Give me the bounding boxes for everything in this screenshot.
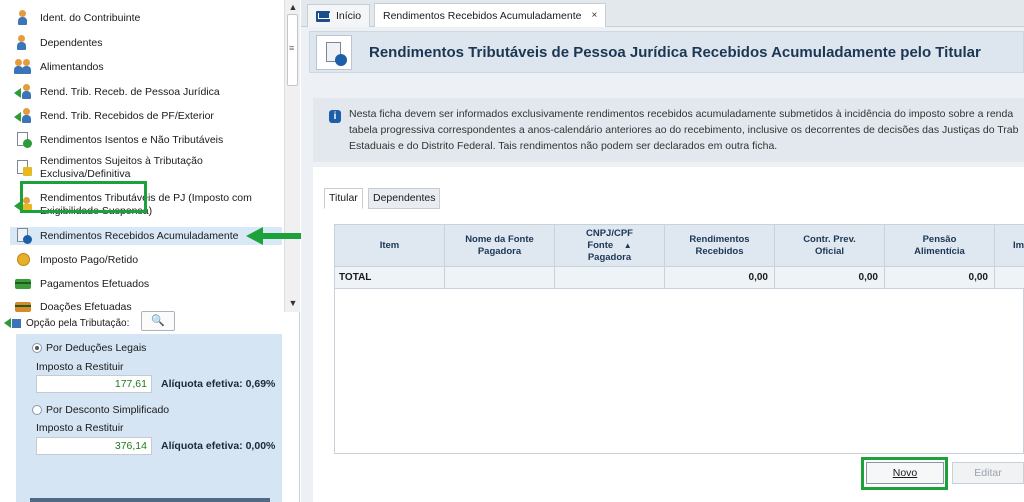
- option-legal-deductions[interactable]: Por Deduções Legais: [32, 342, 146, 354]
- total-row-cell: [555, 267, 665, 289]
- scroll-down-icon[interactable]: ▼: [288, 298, 298, 308]
- nav-item-rend-isentos[interactable]: Rendimentos Isentos e Não Tributáveis: [14, 132, 223, 148]
- total-row-label: TOTAL: [335, 267, 445, 289]
- nav-item-ident-contribuinte[interactable]: Ident. do Contribuinte: [14, 10, 140, 26]
- column-header-rendimentos[interactable]: Rendimentos Recebidos: [665, 225, 775, 267]
- page-header: Rendimentos Tributáveis de Pessoa Jurídi…: [309, 31, 1024, 73]
- refund-label: Imposto a Restituir: [36, 422, 124, 434]
- legal-deductions-radio[interactable]: [32, 343, 42, 353]
- tax-option-panel: Por Deduções Legais Imposto a Restituir …: [16, 334, 282, 502]
- column-header-pensao[interactable]: Pensão Alimentícia: [885, 225, 995, 267]
- scroll-thumb[interactable]: [287, 14, 298, 86]
- nav-label: Rend. Trib. Receb. de Pessoa Jurídica: [40, 85, 220, 98]
- document-accumulated-icon: [14, 228, 32, 244]
- nav-label: Alimentandos: [40, 60, 104, 73]
- total-rendimentos: 0,00: [665, 267, 775, 289]
- tax-option-icon: [4, 316, 22, 330]
- nav-item-rend-trib-pj[interactable]: Rend. Trib. Receb. de Pessoa Jurídica: [14, 84, 220, 100]
- tab-rendimentos-acumulados[interactable]: Rendimentos Recebidos Acumuladamente ×: [374, 3, 607, 27]
- panel-bottom-bar: [30, 498, 270, 502]
- nav-label: Rendimentos Sujeitos à Tributação Exclusi…: [40, 155, 203, 180]
- tab-dependentes[interactable]: Dependentes: [368, 188, 441, 209]
- income-arrow-icon: [14, 84, 32, 100]
- column-header-cnpj-cpf[interactable]: CNPJ/CPF Fonte ▲ Pagadora: [555, 225, 665, 267]
- magnifier-icon: 🔍: [151, 315, 165, 327]
- refund-value-simplified: 376,14: [36, 437, 152, 455]
- page-document-icon: [316, 35, 352, 70]
- income-arrow-icon: [14, 108, 32, 124]
- nav-label: Doações Efetuadas: [40, 300, 132, 313]
- rendimentos-table: Item Nome da Fonte Pagadora CNPJ/CPF Fonte…: [334, 224, 1024, 454]
- nav-item-alimentandos[interactable]: Alimentandos: [14, 59, 104, 75]
- info-text-line: tabela progressiva correspondentes a ano…: [349, 124, 1019, 136]
- editar-button[interactable]: Editar: [952, 462, 1024, 484]
- effective-rate-simplified: Alíquota efetiva: 0,00%: [161, 440, 276, 452]
- simplified-label: Por Desconto Simplificado: [46, 404, 170, 416]
- option-simplified[interactable]: Por Desconto Simplificado: [32, 404, 169, 416]
- total-pensao: 0,00: [885, 267, 995, 289]
- tax-option-label: Opção pela Tributação:: [26, 317, 130, 329]
- total-row-cell: [445, 267, 555, 289]
- home-icon: [316, 10, 330, 22]
- nav-item-dependentes[interactable]: Dependentes: [14, 35, 102, 51]
- info-text-line: Nesta ficha devem ser informados exclusi…: [349, 108, 1014, 120]
- person-icon: [14, 10, 32, 26]
- column-header-nome-fonte[interactable]: Nome da Fonte Pagadora: [445, 225, 555, 267]
- person-icon: [14, 35, 32, 51]
- info-text-line: Estaduais e do Distrito Federal. Tais re…: [349, 140, 778, 152]
- scroll-up-icon[interactable]: ▲: [288, 2, 298, 12]
- nav-label: Rend. Trib. Recebidos de PF/Exterior: [40, 109, 214, 122]
- close-icon[interactable]: ×: [591, 10, 597, 21]
- info-icon: i: [329, 110, 341, 123]
- nav-item-rend-recebidos-acumuladamente[interactable]: Rendimentos Recebidos Acumuladamente: [10, 227, 282, 245]
- refund-value-legal: 177,61: [36, 375, 152, 393]
- nav-label: Ident. do Contribuinte: [40, 11, 141, 24]
- page-title: Rendimentos Tributáveis de Pessoa Jurídi…: [369, 44, 981, 61]
- column-header-contr-prev[interactable]: Contr. Prev. Oficial: [775, 225, 885, 267]
- novo-button[interactable]: Novo: [866, 462, 944, 484]
- navigation-tree: Ident. do Contribuinte Dependentes Alime…: [0, 0, 284, 312]
- total-row-cell: [995, 267, 1024, 289]
- simplified-radio[interactable]: [32, 405, 42, 415]
- nav-label: Dependentes: [40, 36, 103, 49]
- nav-scrollbar[interactable]: ▲ ▼: [284, 0, 300, 312]
- coin-icon: [14, 252, 32, 268]
- column-header-item[interactable]: Item: [335, 225, 445, 267]
- subtabs-highlight: [20, 181, 147, 213]
- nav-label: Rendimentos Recebidos Acumuladamente: [40, 229, 239, 242]
- sort-ascending-icon: ▲: [623, 240, 632, 250]
- nav-label: Rendimentos Isentos e Não Tributáveis: [40, 133, 224, 146]
- tab-inicio[interactable]: Início: [307, 4, 371, 27]
- column-header-imposto[interactable]: Im: [995, 225, 1024, 267]
- info-box: i Nesta ficha devem ser informados exclu…: [313, 98, 1024, 162]
- legal-deductions-label: Por Deduções Legais: [46, 342, 147, 354]
- nav-item-rend-sujeitos-exclusiva[interactable]: Rendimentos Sujeitos à Tributação Exclusi…: [14, 155, 203, 181]
- donation-icon: [14, 299, 32, 312]
- tab-titular[interactable]: Titular: [324, 188, 363, 209]
- nav-label: Imposto Pago/Retido: [40, 253, 139, 266]
- nav-item-doacoes[interactable]: Doações Efetuadas: [14, 299, 132, 312]
- refund-label: Imposto a Restituir: [36, 361, 124, 373]
- document-check-icon: [14, 132, 32, 148]
- nav-label: Pagamentos Efetuados: [40, 277, 150, 290]
- persons-icon: [14, 59, 32, 75]
- nav-item-rend-trib-pf-exterior[interactable]: Rend. Trib. Recebidos de PF/Exterior: [14, 108, 214, 124]
- tab-current-label: Rendimentos Recebidos Acumuladamente: [383, 9, 582, 22]
- left-panel: Ident. do Contribuinte Dependentes Alime…: [0, 0, 300, 502]
- tab-inicio-label: Início: [336, 10, 362, 22]
- document-warning-icon: [14, 160, 32, 176]
- total-contr-prev: 0,00: [775, 267, 885, 289]
- window-tab-bar: Início Rendimentos Recebidos Acumuladame…: [301, 0, 1024, 27]
- payment-card-icon: [14, 276, 32, 292]
- search-button[interactable]: 🔍: [141, 311, 175, 331]
- nav-item-pagamentos[interactable]: Pagamentos Efetuados: [14, 276, 149, 292]
- nav-item-imposto-pago[interactable]: Imposto Pago/Retido: [14, 252, 138, 268]
- effective-rate-legal: Alíquota efetiva: 0,69%: [161, 378, 276, 390]
